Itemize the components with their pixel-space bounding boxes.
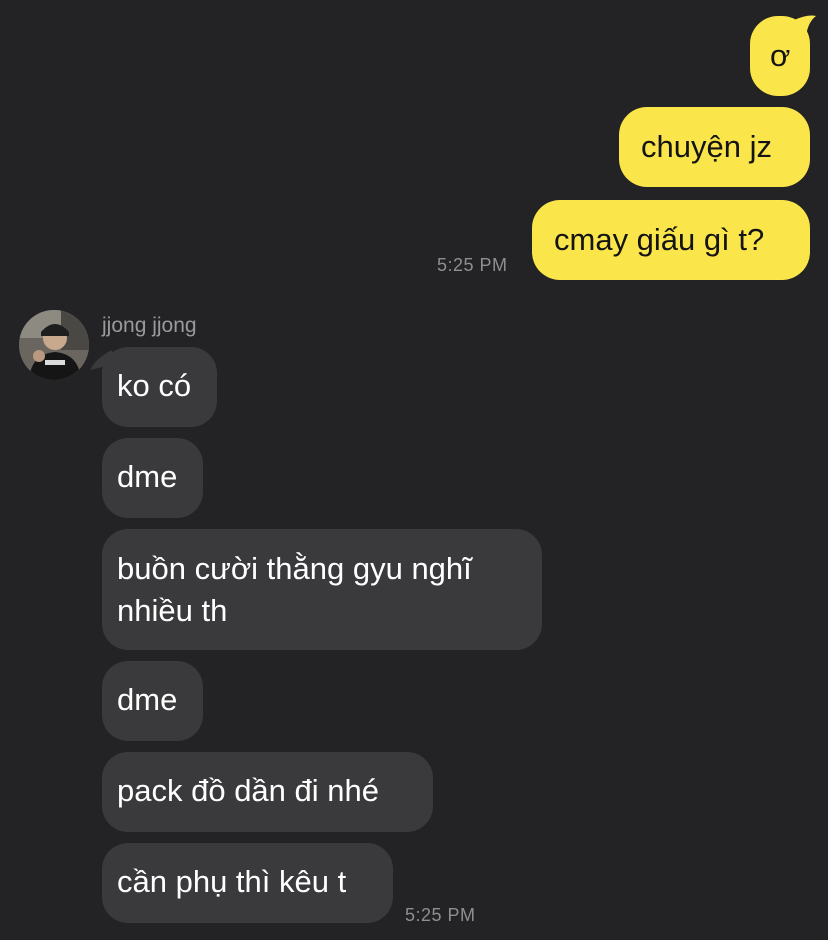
chat-thread: ơ chuyện jz cmay giấu gì t? 5:25 PM jjon… xyxy=(0,0,828,940)
incoming-message[interactable]: dme xyxy=(102,661,203,741)
outgoing-message[interactable]: ơ xyxy=(750,16,810,96)
incoming-message[interactable]: dme xyxy=(102,438,203,518)
message-text: dme xyxy=(117,682,178,717)
avatar-photo-icon xyxy=(19,310,89,380)
message-text: dme xyxy=(117,459,178,494)
message-text: cmay giấu gì t? xyxy=(554,222,765,257)
outgoing-message[interactable]: cmay giấu gì t? xyxy=(532,200,810,280)
message-text: pack đồ dần đi nhé xyxy=(117,773,379,808)
sender-name: jjong jjong xyxy=(102,314,197,337)
message-text: ko có xyxy=(117,368,192,403)
message-text: cần phụ thì kêu t xyxy=(117,864,347,899)
incoming-message[interactable]: buồn cười thằng gyu nghĩ nhiều th xyxy=(102,529,542,650)
avatar[interactable] xyxy=(19,310,89,380)
outgoing-message[interactable]: chuyện jz xyxy=(619,107,810,187)
outgoing-timestamp: 5:25 PM xyxy=(437,255,508,275)
message-text-line: buồn cười thằng gyu nghĩ xyxy=(117,551,472,586)
incoming-timestamp: 5:25 PM xyxy=(405,905,476,925)
incoming-message[interactable]: ko có xyxy=(102,347,217,427)
incoming-message[interactable]: pack đồ dần đi nhé xyxy=(102,752,433,832)
message-text: chuyện jz xyxy=(641,129,772,164)
incoming-message[interactable]: cần phụ thì kêu t xyxy=(102,843,393,923)
message-text: ơ xyxy=(770,38,791,73)
message-text-line: nhiều th xyxy=(117,593,228,628)
